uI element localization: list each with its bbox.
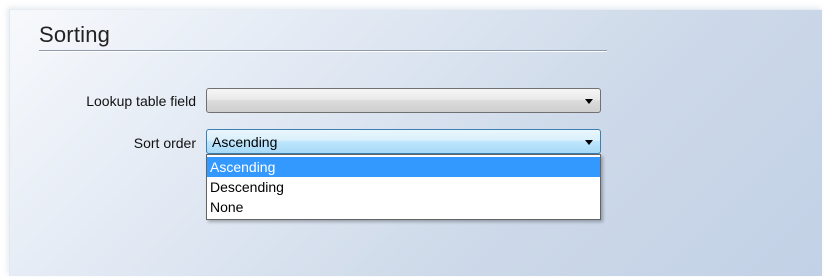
sort-order-option-descending[interactable]: Descending — [207, 177, 600, 197]
chevron-down-icon[interactable] — [585, 99, 593, 104]
sort-order-label: Sort order — [133, 135, 196, 151]
chevron-down-icon[interactable] — [585, 140, 593, 145]
sort-order-option-none[interactable]: None — [207, 197, 600, 217]
sort-order-option-ascending[interactable]: Ascending — [207, 157, 600, 177]
sort-order-value: Ascending — [212, 134, 278, 150]
section-title: Sorting — [39, 22, 111, 47]
sort-order-dropdown-list: Ascending Descending None — [206, 154, 601, 220]
sort-order-select[interactable]: Ascending — [206, 129, 601, 154]
lookup-table-field-label: Lookup table field — [86, 93, 196, 109]
sorting-panel: Sorting Lookup table field Sort order As… — [9, 9, 822, 276]
section-divider — [39, 50, 607, 52]
lookup-table-field-select[interactable] — [206, 88, 601, 113]
